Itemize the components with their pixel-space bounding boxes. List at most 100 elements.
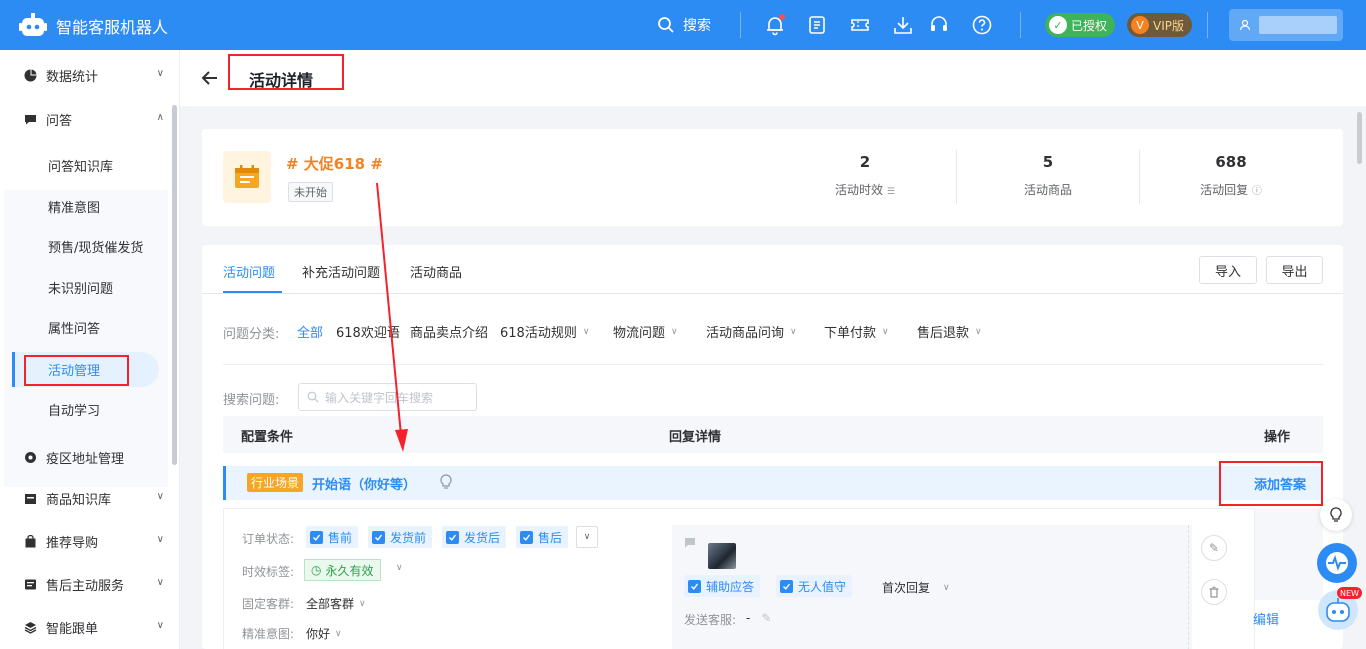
intent-select[interactable]: 你好 ∨	[306, 625, 342, 642]
sidebar-item-data-stats[interactable]: 数据统计 ∨	[0, 55, 170, 95]
list-doc-icon[interactable]	[806, 14, 828, 36]
checkbox-label: 发货后	[464, 530, 501, 545]
order-status-before-shipping[interactable]: 发货前	[368, 526, 433, 548]
scene-row[interactable]: 行业场景 开始语（你好等） 添加答案	[223, 466, 1323, 500]
reply-type-select[interactable]: 首次回复 ∨	[882, 579, 950, 596]
time-tag-dropdown[interactable]: ∨	[396, 563, 403, 573]
fixed-group-select[interactable]: 全部客群 ∨	[306, 595, 366, 612]
edit-link[interactable]: 编辑	[1253, 609, 1279, 628]
reply-image-thumbnail[interactable]	[708, 543, 736, 569]
expand-more-button[interactable]: ∨	[576, 526, 598, 548]
help-icon[interactable]	[971, 14, 993, 36]
sidebar-item-smart-follow[interactable]: 智能跟单 ∨	[0, 607, 170, 647]
intent-value: 你好	[306, 627, 331, 641]
fixed-group-value: 全部客群	[306, 597, 355, 611]
tab-supplement-questions[interactable]: 补充活动问题	[302, 262, 380, 281]
order-status-after-shipping[interactable]: 发货后	[442, 526, 507, 548]
sidebar-scrollbar[interactable]	[172, 105, 177, 465]
authorized-badge[interactable]: ✓ 已授权	[1045, 13, 1116, 37]
sidebar-item-qa[interactable]: 问答 ∧	[0, 99, 170, 139]
sidebar-item-aftersale-service[interactable]: 售后主动服务 ∨	[0, 564, 170, 604]
annotation-arrow	[376, 182, 408, 452]
filter-order-payment[interactable]: 下单付款 ∨	[824, 322, 889, 341]
stat-value: 688	[1215, 153, 1247, 171]
sidebar-subitem-unrecognized[interactable]: 未识别问题	[48, 273, 113, 301]
order-status-presale[interactable]: 售前	[306, 526, 359, 548]
stat-activity-replies[interactable]: 688 活动回复 ⓘ	[1140, 153, 1322, 198]
delete-reply-button[interactable]	[1201, 579, 1227, 605]
chevron-down-icon: ∨	[790, 326, 797, 337]
filter-text: 全部	[297, 326, 324, 341]
divider	[740, 12, 741, 38]
filter-selling-points[interactable]: 商品卖点介绍	[410, 322, 488, 341]
chevron-down-icon: ∨	[583, 532, 591, 542]
service-icon	[25, 579, 36, 589]
reply-flag-unattended[interactable]: 无人值守	[776, 575, 853, 597]
sidebar-subitem-presale[interactable]: 预售/现货催发货	[48, 232, 143, 260]
sidebar-subitem-intent[interactable]: 精准意图	[48, 192, 100, 220]
search-label: 搜索	[683, 18, 711, 34]
search-label: 搜索问题:	[223, 393, 280, 408]
chat-icon	[25, 114, 36, 124]
search-icon	[658, 17, 674, 33]
page-header: 活动详情	[180, 50, 1366, 106]
ticket-icon[interactable]	[849, 14, 871, 36]
main-scrollbar[interactable]	[1357, 112, 1362, 164]
stat-value: 5	[1042, 153, 1054, 171]
sidebar-item-label: 推荐导购	[46, 535, 99, 551]
global-search[interactable]: 搜索	[657, 15, 711, 35]
industry-scene-tag: 行业场景	[247, 473, 304, 492]
stat-label: 活动时效	[835, 183, 884, 197]
export-button[interactable]: 导出	[1266, 256, 1323, 284]
monitor-float-button[interactable]	[1317, 543, 1357, 583]
checkbox-label: 无人值守	[798, 579, 847, 594]
chevron-down-icon: ∨	[582, 326, 590, 337]
chevron-down-icon: ∨	[156, 577, 164, 588]
stat-time-validity[interactable]: 2 活动时效 ☰	[774, 153, 956, 198]
highlight-box	[228, 54, 344, 90]
app-name: 智能客服机器人	[56, 18, 169, 37]
bell-icon[interactable]	[764, 14, 786, 36]
reply-flag-assist[interactable]: 辅助应答	[684, 575, 761, 597]
sidebar-item-label: 问答	[46, 113, 73, 129]
sidebar-item-epidemic-address[interactable]: 疫区地址管理	[0, 437, 170, 477]
order-status-aftersale[interactable]: 售后	[516, 526, 569, 548]
user-account-menu[interactable]	[1229, 9, 1343, 41]
sidebar-subitem-qa-knowledge[interactable]: 问答知识库	[48, 151, 113, 179]
back-arrow-icon[interactable]	[200, 68, 220, 88]
filter-refund[interactable]: 售后退款 ∨	[917, 322, 982, 341]
headset-icon[interactable]	[928, 14, 950, 36]
checkbox-label: 发货前	[390, 530, 427, 545]
filter-text: 物流问题	[613, 326, 666, 341]
tips-float-button[interactable]	[1320, 499, 1352, 531]
tab-activity-questions[interactable]: 活动问题	[223, 262, 275, 281]
shield-check-icon: ✓	[1049, 16, 1067, 34]
lightbulb-icon[interactable]	[439, 474, 453, 490]
box-icon	[25, 493, 36, 504]
filter-all[interactable]: 全部	[297, 322, 323, 341]
filter-618-rules[interactable]: 618活动规则 ∨	[500, 322, 589, 341]
time-tag-value: 永久有效	[325, 563, 374, 578]
header-reply-details: 回复详情	[669, 430, 722, 445]
sidebar-item-shopping-guide[interactable]: 推荐导购 ∨	[0, 521, 170, 561]
activity-status-badge: 未开始	[288, 182, 333, 202]
send-agent-value[interactable]: - ✎	[746, 611, 771, 625]
filter-text: 商品卖点介绍	[410, 326, 489, 341]
stat-activity-products[interactable]: 5 活动商品	[957, 153, 1139, 198]
time-tag-forever[interactable]: ◷ 永久有效	[304, 559, 381, 581]
highlight-box	[1219, 461, 1323, 506]
tab-activity-products[interactable]: 活动商品	[410, 262, 462, 281]
sidebar-item-product-knowledge[interactable]: 商品知识库 ∨	[0, 478, 170, 518]
vip-badge[interactable]: V VIP版	[1127, 13, 1192, 37]
dashed-divider	[1188, 525, 1189, 649]
filter-product-inquiry[interactable]: 活动商品问询 ∨	[706, 322, 797, 341]
sidebar-item-label: 数据统计	[46, 69, 99, 85]
import-button[interactable]: 导入	[1199, 256, 1257, 284]
reply-content-box: 辅助应答 无人值守 首次回复 ∨ 发送客服: - ✎	[672, 525, 1192, 649]
filter-text: 下单付款	[824, 326, 877, 341]
download-icon[interactable]	[892, 14, 914, 36]
edit-reply-button[interactable]: ✎	[1201, 535, 1227, 561]
sidebar-subitem-auto-learn[interactable]: 自动学习	[48, 395, 100, 423]
filter-logistics[interactable]: 物流问题 ∨	[613, 322, 678, 341]
sidebar-subitem-attribute-qa[interactable]: 属性问答	[48, 313, 100, 341]
